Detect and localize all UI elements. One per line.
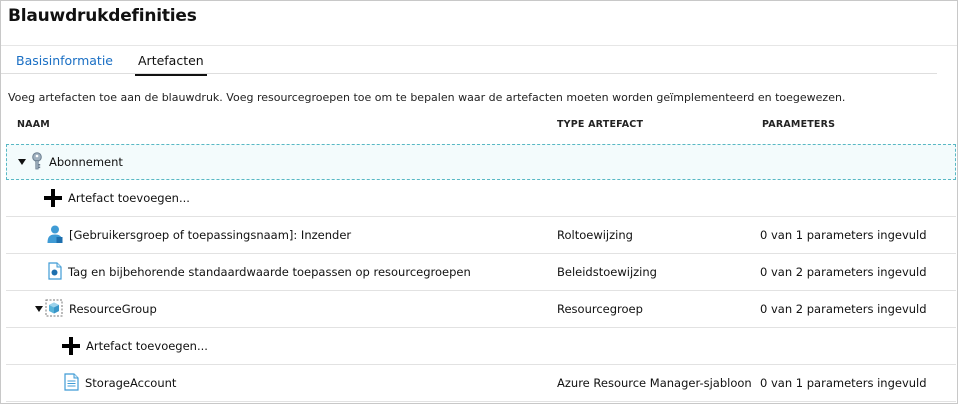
add-artifact-rg-label: Artefact toevoegen...: [86, 339, 208, 353]
policy-assignment-params: 0 van 2 parameters ingevuld: [760, 265, 927, 279]
column-header-name: NAAM: [17, 119, 50, 130]
plus-icon: [44, 189, 62, 207]
column-header-type: TYPE ARTEFACT: [557, 119, 644, 130]
tab-basisinformatie[interactable]: Basisinformatie: [16, 53, 113, 68]
tab-basisinformatie-label: Basisinformatie: [16, 53, 113, 68]
add-artifact-rg-row[interactable]: Artefact toevoegen...: [6, 328, 956, 365]
key-icon: [31, 151, 43, 173]
resource-group-icon: [45, 299, 63, 320]
role-assignment-type: Roltoewijzing: [557, 228, 633, 242]
storage-account-type: Azure Resource Manager-sjabloon: [557, 376, 752, 390]
plus-icon: [62, 337, 80, 355]
add-artifact-label: Artefact toevoegen...: [68, 191, 190, 205]
policy-assignment-label: Tag en bijbehorende standaardwaarde toep…: [68, 265, 471, 279]
subscription-label: Abonnement: [49, 155, 123, 169]
resource-group-type: Resourcegroep: [557, 302, 643, 316]
page-title: Blauwdrukdefinities: [8, 6, 197, 26]
resource-group-label: ResourceGroup: [69, 302, 157, 316]
role-assignment-row[interactable]: [Gebruikersgroep of toepassingsnaam]: In…: [6, 217, 956, 254]
policy-icon: [48, 261, 62, 283]
active-tab-indicator: [135, 74, 207, 76]
collapse-triangle-icon[interactable]: [35, 306, 43, 312]
add-artifact-row[interactable]: Artefact toevoegen...: [6, 180, 956, 217]
tab-bar: Basisinformatie Artefacten: [1, 45, 957, 76]
storage-account-label: StorageAccount: [85, 376, 177, 390]
user-icon: [47, 225, 63, 246]
role-assignment-params: 0 van 1 parameters ingevuld: [760, 228, 927, 242]
template-icon: [64, 372, 79, 394]
collapse-triangle-icon[interactable]: [18, 159, 26, 165]
artifact-tree: Abonnement Artefact toevoegen... [Gebrui…: [6, 144, 956, 402]
resource-group-params: 0 van 2 parameters ingevuld: [760, 302, 927, 316]
tab-artefacten[interactable]: Artefacten: [135, 53, 207, 76]
tab-divider: [1, 73, 937, 74]
policy-assignment-row[interactable]: Tag en bijbehorende standaardwaarde toep…: [6, 254, 956, 291]
storage-account-params: 0 van 1 parameters ingevuld: [760, 376, 927, 390]
subscription-row[interactable]: Abonnement: [6, 144, 956, 180]
storage-account-row[interactable]: StorageAccount Azure Resource Manager-sj…: [6, 365, 956, 402]
blueprint-panel: Blauwdrukdefinities Basisinformatie Arte…: [0, 0, 958, 404]
description-text: Voeg artefacten toe aan de blauwdruk. Vo…: [8, 91, 846, 104]
resource-group-row[interactable]: ResourceGroup Resourcegroep 0 van 2 para…: [6, 291, 956, 328]
role-assignment-label: [Gebruikersgroep of toepassingsnaam]: In…: [69, 228, 352, 242]
tab-artefacten-label: Artefacten: [138, 53, 204, 68]
column-header-parameters: PARAMETERS: [762, 119, 836, 130]
policy-assignment-type: Beleidstoewijzing: [557, 265, 657, 279]
scrollbar[interactable]: [941, 45, 955, 401]
